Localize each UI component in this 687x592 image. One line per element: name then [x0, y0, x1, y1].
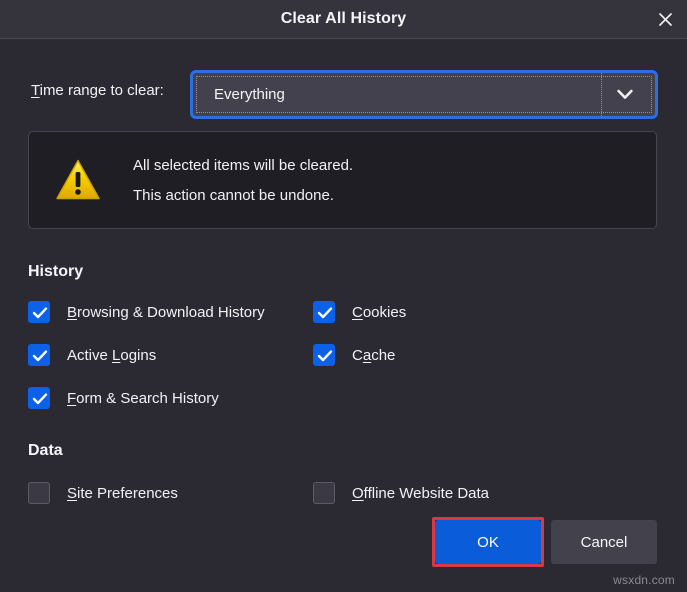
checkbox-label-offline-website-data: Offline Website Data [352, 485, 489, 502]
cancel-button[interactable]: Cancel [551, 520, 657, 564]
warning-line-1: All selected items will be cleared. [133, 151, 633, 181]
accesskey-char: B [67, 304, 77, 321]
checkbox-row-cache[interactable]: Cache [313, 344, 395, 366]
checkbox-browsing-download-history[interactable] [28, 301, 50, 323]
time-range-accesskey: T [31, 82, 40, 99]
section-title-history: History [28, 263, 83, 281]
label-text-pre: C [352, 347, 363, 364]
label-text: ite Preferences [77, 485, 178, 502]
checkbox-row-site-preferences[interactable]: Site Preferences [28, 482, 178, 504]
time-range-dropdown[interactable]: Everything [190, 70, 658, 119]
dropdown-separator [601, 73, 602, 116]
checkbox-label-cache: Cache [352, 347, 395, 364]
time-range-dropdown-focus-outline: Everything [196, 76, 652, 113]
label-text: ookies [363, 304, 406, 321]
checkbox-label-form-search-history: Form & Search History [67, 390, 219, 407]
ok-button[interactable]: OK [435, 520, 541, 564]
checkbox-label-browsing-download-history: Browsing & Download History [67, 304, 265, 321]
accesskey-char: F [67, 390, 76, 407]
checkbox-label-site-preferences: Site Preferences [67, 485, 178, 502]
accesskey-char: O [352, 485, 364, 502]
close-icon[interactable] [651, 6, 679, 33]
label-text: ogins [120, 347, 156, 364]
checkbox-row-form-search-history[interactable]: Form & Search History [28, 387, 219, 409]
label-text: orm & Search History [76, 390, 219, 407]
time-range-row: Time range to clear: Everything [0, 70, 687, 122]
checkbox-cookies[interactable] [313, 301, 335, 323]
label-text: rowsing & Download History [77, 304, 265, 321]
time-range-selected-value: Everything [197, 86, 598, 103]
checkbox-offline-website-data[interactable] [313, 482, 335, 504]
checkbox-label-active-logins: Active Logins [67, 347, 156, 364]
dialog-title: Clear All History [0, 0, 687, 38]
time-range-label: Time range to clear: [31, 82, 164, 99]
time-range-label-text: ime range to clear: [40, 82, 164, 99]
accesskey-char: S [67, 485, 77, 502]
clear-all-history-dialog: Clear All History Time range to clear: E… [0, 0, 687, 592]
chevron-down-icon[interactable] [598, 89, 651, 100]
accesskey-char: a [363, 347, 371, 364]
warning-text: All selected items will be cleared. This… [133, 151, 633, 211]
checkbox-row-browsing-download-history[interactable]: Browsing & Download History [28, 301, 265, 323]
warning-box: All selected items will be cleared. This… [28, 131, 657, 229]
watermark: wsxdn.com [613, 573, 675, 587]
checkbox-cache[interactable] [313, 344, 335, 366]
section-title-data: Data [28, 442, 63, 460]
checkbox-active-logins[interactable] [28, 344, 50, 366]
checkbox-form-search-history[interactable] [28, 387, 50, 409]
dialog-titlebar: Clear All History [0, 0, 687, 39]
label-text: che [371, 347, 395, 364]
checkbox-row-cookies[interactable]: Cookies [313, 301, 406, 323]
checkbox-row-active-logins[interactable]: Active Logins [28, 344, 156, 366]
label-text: ffline Website Data [364, 485, 489, 502]
warning-triangle-icon [55, 158, 101, 202]
accesskey-char: C [352, 304, 363, 321]
label-text-pre: Active [67, 347, 112, 364]
checkbox-row-offline-website-data[interactable]: Offline Website Data [313, 482, 489, 504]
checkbox-label-cookies: Cookies [352, 304, 406, 321]
checkbox-site-preferences[interactable] [28, 482, 50, 504]
warning-line-2: This action cannot be undone. [133, 181, 633, 211]
